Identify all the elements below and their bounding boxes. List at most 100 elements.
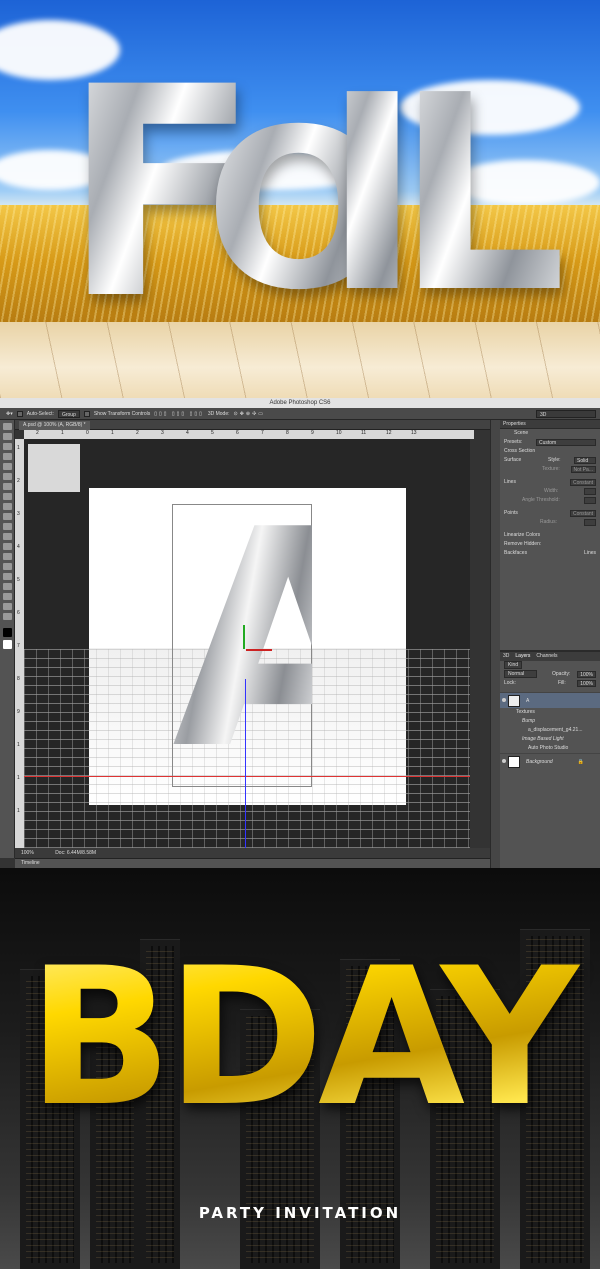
angle-threshold-field[interactable] [584, 497, 596, 504]
move-tool-icon[interactable] [2, 423, 12, 430]
marquee-tool-icon[interactable] [2, 433, 12, 440]
x-axis-line [24, 776, 470, 777]
document-tab[interactable]: A.psd @ 100% (A, RGB/8) * [19, 421, 90, 430]
auto-select-dropdown[interactable]: Group [57, 409, 80, 418]
bump-file-item[interactable]: a_displacement_g4.21... [500, 726, 600, 735]
points-checkbox[interactable]: Points [504, 510, 518, 516]
navigator-thumbnail [28, 444, 80, 492]
layer-name-background[interactable]: Background [526, 759, 553, 765]
surface-checkbox[interactable]: Surface [504, 457, 521, 463]
lock-label: Lock: [504, 680, 516, 686]
layer-name-a[interactable]: A [526, 698, 529, 704]
dodge-tool-icon[interactable] [2, 553, 12, 560]
lines-style-dropdown[interactable]: Constant [569, 479, 596, 486]
z-axis-line [245, 679, 246, 848]
opacity-field[interactable]: 100% [577, 671, 596, 678]
bday-title: BDAY [0, 923, 600, 1153]
points-style-dropdown[interactable]: Constant [569, 510, 596, 517]
ruler-tick-label: 13 [411, 430, 417, 436]
presets-dropdown[interactable]: Custom [536, 439, 596, 446]
tab-layers[interactable]: Layers [515, 652, 530, 661]
texture-row: Texture: Not Pa... [500, 465, 600, 474]
lines-checkbox[interactable]: Lines [504, 479, 516, 485]
visibility-eye-icon[interactable] [502, 698, 506, 702]
timeline-tab[interactable]: Timeline [15, 858, 490, 868]
x-axis-gizmo[interactable] [246, 649, 272, 651]
workspace-dropdown[interactable]: 3D [536, 409, 596, 418]
3d-letter-a[interactable]: A [172, 491, 404, 791]
cross-section-checkbox[interactable]: Cross Section [504, 448, 535, 454]
ruler-tick-label: 9 [17, 709, 20, 715]
tab-3d[interactable]: 3D [503, 652, 509, 661]
background-color-swatch[interactable] [2, 640, 12, 649]
texture-dropdown[interactable]: Not Pa... [570, 466, 596, 473]
canvas-area[interactable]: A [24, 439, 470, 848]
radius-field[interactable] [584, 519, 596, 526]
presets-row: Presets: Custom [500, 438, 600, 447]
3d-mode-icons[interactable]: ⊙✥⊕✣▭ [234, 411, 265, 417]
properties-panel: Properties Scene Presets: Custom Cross Se… [500, 420, 600, 652]
ruler-tick-label: 1 [61, 430, 64, 436]
ruler-tick-label: 4 [186, 430, 189, 436]
lasso-tool-icon[interactable] [2, 443, 12, 450]
blend-mode-dropdown[interactable]: Normal [504, 670, 538, 678]
y-axis-gizmo[interactable] [243, 625, 245, 649]
eyedropper-tool-icon[interactable] [2, 473, 12, 480]
width-field[interactable] [584, 488, 596, 495]
kind-filter-dropdown[interactable]: Kind [504, 661, 523, 669]
blend-row: Normal Opacity: 100% [500, 670, 600, 679]
linearize-row[interactable]: Linearize Colors [500, 531, 600, 540]
path-select-tool-icon[interactable] [2, 583, 12, 590]
healing-tool-icon[interactable] [2, 483, 12, 490]
move-tool-icon[interactable]: ✥▾ [6, 411, 13, 417]
type-tool-icon[interactable] [2, 573, 12, 580]
filter-row: Kind [500, 661, 600, 670]
align-icons[interactable]: ▯▯▯ ▯▯▯ ▯▯▯ [154, 411, 204, 417]
auto-photo-studio-item[interactable]: Auto Photo Studio [500, 744, 600, 753]
lines-hidden-checkbox[interactable]: Lines [584, 549, 596, 558]
backfaces-checkbox[interactable]: Backfaces [504, 550, 527, 556]
linearize-colors-checkbox[interactable]: Linearize Colors [504, 532, 540, 538]
ruler-tick-label: 1 [17, 445, 20, 451]
zoom-tool-icon[interactable] [2, 613, 12, 620]
texture-label: Texture: [542, 466, 560, 472]
vertical-ruler: 1 2 3 4 5 6 7 8 9 1 1 1 [15, 439, 24, 848]
cross-section-row[interactable]: Cross Section [500, 447, 600, 456]
blur-tool-icon[interactable] [2, 543, 12, 550]
panel-icon-strip [490, 420, 500, 868]
tools-panel [0, 420, 15, 858]
gradient-tool-icon[interactable] [2, 533, 12, 540]
lock-icon: 🔒 [577, 759, 584, 765]
foil-hero-image: F O I L [0, 0, 600, 398]
layer-row-a[interactable]: A [500, 692, 600, 708]
crop-tool-icon[interactable] [2, 463, 12, 470]
auto-select-label: Auto-Select: [26, 410, 54, 417]
fill-field[interactable]: 100% [577, 680, 596, 687]
quick-select-tool-icon[interactable] [2, 453, 12, 460]
backfaces-row: Backfaces Lines [500, 549, 600, 558]
stamp-tool-icon[interactable] [2, 503, 12, 510]
ruler-tick-label: 1 [17, 808, 20, 814]
zoom-level[interactable]: 100% [21, 850, 34, 856]
tab-channels[interactable]: Channels [536, 652, 557, 661]
show-transform-checkbox[interactable] [83, 410, 90, 417]
eraser-tool-icon[interactable] [2, 523, 12, 530]
points-row: Points Constant [500, 509, 600, 518]
layer-row-background[interactable]: Background 🔒 [500, 753, 600, 769]
shape-tool-icon[interactable] [2, 593, 12, 600]
foreground-color-swatch[interactable] [2, 628, 12, 637]
fill-label: Fill: [558, 680, 566, 686]
history-brush-tool-icon[interactable] [2, 513, 12, 520]
visibility-eye-icon[interactable] [502, 759, 506, 763]
ruler-tick-label: 11 [361, 430, 367, 436]
lock-row: Lock: Fill: 100% [500, 679, 600, 688]
pen-tool-icon[interactable] [2, 563, 12, 570]
brush-tool-icon[interactable] [2, 493, 12, 500]
auto-select-checkbox[interactable] [16, 410, 23, 417]
ruler-tick-label: 3 [17, 511, 20, 517]
hand-tool-icon[interactable] [2, 603, 12, 610]
textures-item[interactable]: Textures [500, 708, 600, 717]
surface-style-dropdown[interactable]: Solid [574, 457, 596, 464]
bday-invitation-image: BDAY PARTY INVITATION [0, 868, 600, 1269]
presets-label: Presets: [504, 439, 523, 445]
